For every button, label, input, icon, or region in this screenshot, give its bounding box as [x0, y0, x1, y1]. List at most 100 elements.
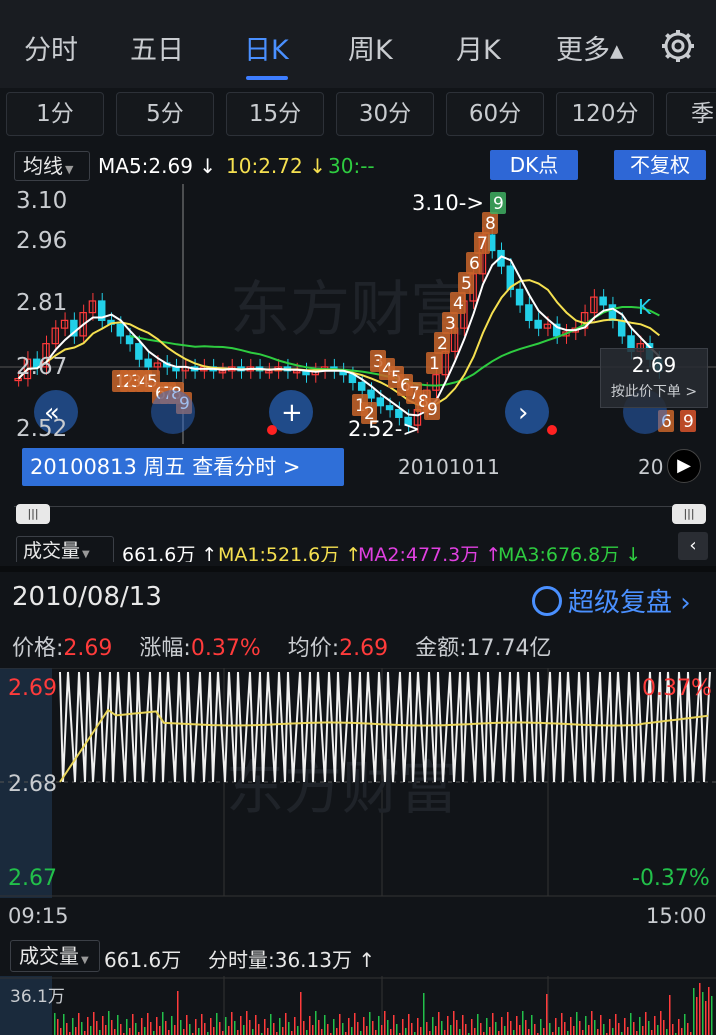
intraday-volume-chart[interactable]: 36.1万	[0, 976, 716, 1035]
chevron-left-icon: ‹	[689, 535, 697, 556]
svg-text:7: 7	[477, 234, 488, 254]
dropdown-triangle-icon: ▼	[82, 549, 90, 560]
intraday-volume-bar: 成交量 ▼ 661.6万 分时量:36.13万 ↑	[0, 940, 716, 974]
active-tab-indicator	[246, 76, 288, 80]
y-axis-label: 2.67	[16, 354, 68, 380]
low-marker: 2.52->	[348, 417, 420, 441]
svg-text:4: 4	[453, 294, 464, 314]
kline-chart[interactable]: 东方财富 12345678912345678912345678969K 3.10…	[0, 184, 716, 574]
svg-text:3: 3	[445, 314, 456, 334]
tab-five-day[interactable]: 五日	[130, 28, 184, 67]
ma30-value: 30:--	[328, 154, 375, 178]
pct-axis-low: -0.37%	[632, 866, 710, 891]
volume-bars	[54, 983, 713, 1035]
section-divider	[0, 566, 716, 572]
svg-text:9: 9	[427, 400, 438, 420]
tab-more[interactable]: 更多▴	[556, 28, 624, 67]
y-axis-label: 2.52	[16, 416, 68, 442]
grip-icon: |||	[683, 507, 695, 520]
tab-monthly-k[interactable]: 月K	[456, 28, 501, 67]
y-axis-label: 2.81	[16, 290, 68, 316]
time-start: 09:15	[8, 904, 69, 928]
volume-value: 661.6万 ↑	[122, 544, 218, 562]
tab-weekly-k[interactable]: 周K	[348, 28, 393, 67]
period-5min[interactable]: 5分	[116, 92, 214, 136]
y-axis-mid: 2.68	[8, 772, 57, 797]
intraday-canvas: 东方财富	[0, 667, 716, 898]
gear-icon[interactable]	[660, 28, 696, 64]
period-1min[interactable]: 1分	[6, 92, 104, 136]
period-quarter[interactable]: 季	[666, 92, 716, 136]
chevron-right-icon: ›	[518, 398, 528, 428]
super-review-button[interactable]: 超级复盘 ›	[532, 582, 691, 619]
svg-text:2: 2	[437, 334, 448, 354]
period-120min[interactable]: 120分	[556, 92, 654, 136]
tab-daily-k[interactable]: 日K	[244, 28, 289, 67]
date-axis-label: 20	[638, 455, 664, 479]
play-icon: ▶	[677, 455, 691, 476]
volume-toggle-label: 成交量	[19, 944, 79, 968]
ma5-value: MA5:2.69 ↓	[98, 154, 217, 178]
ma-toggle-label: 均线	[23, 154, 63, 178]
volume-toggle-label: 成交量	[23, 540, 81, 562]
volume-max-label: 36.1万	[10, 987, 65, 1007]
intraday-chart[interactable]: 东方财富 2.69 2.68 2.67 0.37% -0.37%	[0, 667, 716, 898]
amount-label: 金额:	[415, 636, 467, 661]
high-marker: 3.10->	[412, 191, 484, 215]
intraday-stats: 价格:2.69 涨幅:0.37% 均价:2.69 金额:17.74亿	[12, 630, 552, 662]
volume-ma2: MA2:477.3万 ↑	[358, 544, 502, 562]
volume-value: 661.6万	[104, 948, 182, 972]
red-dot	[547, 425, 557, 435]
clock-history-icon	[532, 586, 562, 616]
chevron-right-icon: ›	[672, 588, 691, 618]
range-handle-right[interactable]: |||	[672, 504, 706, 524]
watermark-text: 东方财富	[230, 276, 470, 343]
period-volume: 分时量:36.13万 ↑	[208, 948, 376, 972]
period-15min[interactable]: 15分	[226, 92, 324, 136]
order-price-popup[interactable]: 2.69 按此价下单 >	[600, 348, 708, 408]
range-track[interactable]	[14, 506, 704, 524]
collapse-button[interactable]: ‹	[678, 532, 708, 560]
dropdown-triangle-icon: ▼	[65, 163, 74, 176]
volume-toggle[interactable]: 成交量 ▼	[16, 536, 114, 562]
dropdown-triangle-icon: ▼	[81, 955, 89, 966]
volume-ma1: MA1:521.6万 ↑	[218, 544, 362, 562]
kline-volume-bar: 成交量 ▼ 661.6万 ↑ MA1:521.6万 ↑ MA2:477.3万 ↑ …	[0, 536, 716, 562]
date-tooltip[interactable]: 20100813 周五 查看分时 >	[22, 448, 344, 486]
time-end: 15:00	[646, 904, 707, 928]
svg-text:8: 8	[485, 214, 496, 234]
order-price-value: 2.69	[631, 353, 677, 377]
avg-value: 2.69	[339, 636, 389, 661]
tab-intraday[interactable]: 分时	[24, 28, 78, 67]
prev-button-bg[interactable]	[151, 390, 195, 434]
intraday-date: 2010/08/13	[12, 582, 162, 612]
red-dot	[267, 425, 277, 435]
svg-text:1: 1	[429, 354, 440, 374]
dk-point-button[interactable]: DK点	[490, 150, 578, 180]
amount-value: 17.74亿	[466, 636, 552, 661]
svg-text:9: 9	[493, 194, 504, 214]
volume-toggle[interactable]: 成交量 ▼	[10, 940, 100, 972]
price-label: 价格:	[12, 636, 64, 661]
y-axis-high: 2.69	[8, 676, 57, 701]
price-value: 2.69	[63, 636, 113, 661]
ma-toggle[interactable]: 均线 ▼	[14, 151, 90, 181]
super-review-label: 超级复盘	[568, 588, 673, 618]
svg-text:K: K	[638, 295, 652, 319]
date-axis-label: 20101011	[398, 455, 500, 479]
adjust-button[interactable]: 不复权	[614, 150, 706, 180]
period-30min[interactable]: 30分	[336, 92, 434, 136]
svg-text:9: 9	[683, 412, 694, 432]
play-next-button[interactable]: ▶	[667, 449, 701, 483]
change-value: 0.37%	[190, 636, 261, 661]
range-handle-left[interactable]: |||	[16, 504, 50, 524]
y-axis-label: 3.10	[16, 188, 68, 214]
y-axis-low: 2.67	[8, 866, 57, 891]
ma-indicator-bar: 均线 ▼ MA5:2.69 ↓ 10:2.72 ↓ 30:-- DK点 不复权	[0, 148, 716, 184]
order-price-hint: 按此价下单 >	[610, 384, 698, 400]
volume-ma3: MA3:676.8万 ↓	[498, 544, 642, 562]
ma10-value: 10:2.72 ↓	[226, 154, 326, 178]
period-60min[interactable]: 60分	[446, 92, 544, 136]
plus-icon: +	[281, 398, 303, 428]
change-label: 涨幅:	[139, 636, 191, 661]
